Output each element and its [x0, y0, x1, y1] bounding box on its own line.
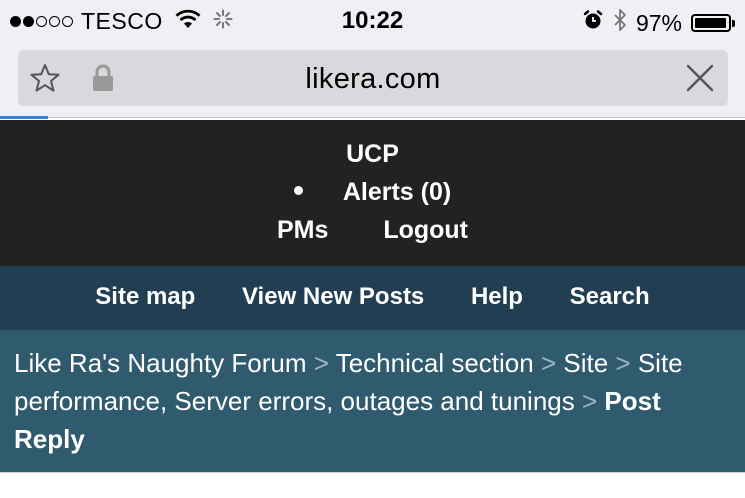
breadcrumb-item[interactable]: Technical section — [336, 348, 534, 378]
battery-fill — [695, 18, 727, 28]
status-right: 97% — [582, 8, 735, 38]
breadcrumb-separator: > — [615, 348, 631, 378]
bluetooth-icon — [613, 8, 627, 38]
pms-link[interactable]: PMs — [277, 216, 328, 244]
battery-icon — [691, 14, 735, 32]
page-load-progress — [0, 116, 48, 119]
status-bar: TESCO 10:22 97% — [0, 0, 745, 42]
battery-percentage: 97% — [635, 9, 682, 36]
nav-search[interactable]: Search — [570, 283, 650, 310]
breadcrumb-separator: > — [581, 386, 598, 416]
nav-view-new-posts[interactable]: View New Posts — [242, 283, 424, 310]
browser-address-area: likera.com — [0, 42, 745, 118]
url-bar[interactable]: likera.com — [18, 50, 728, 106]
pm-logout-row: PMs Logout — [0, 216, 745, 245]
main-nav: Site map View New Posts Help Search — [0, 266, 745, 330]
breadcrumb-item[interactable]: Like Ra's Naughty Forum — [14, 348, 307, 378]
breadcrumb-separator: > — [313, 348, 329, 378]
alerts-row: Alerts (0) — [0, 178, 745, 207]
url-text[interactable]: likera.com — [18, 63, 728, 96]
alarm-icon — [582, 9, 604, 37]
ucp-link[interactable]: UCP — [0, 140, 745, 169]
breadcrumb: Like Ra's Naughty Forum > Technical sect… — [0, 330, 745, 472]
breadcrumb-item[interactable]: Site — [563, 348, 608, 378]
logout-link[interactable]: Logout — [383, 216, 468, 244]
close-icon[interactable] — [685, 63, 715, 98]
bullet-icon — [293, 185, 303, 195]
alerts-link[interactable]: Alerts (0) — [343, 178, 451, 206]
ucp-label[interactable]: UCP — [346, 140, 399, 168]
nav-help[interactable]: Help — [471, 283, 523, 310]
user-control-header: UCP Alerts (0) PMs Logout — [0, 120, 745, 266]
nav-site-map[interactable]: Site map — [95, 283, 195, 310]
page-content-start — [0, 472, 745, 498]
breadcrumb-separator: > — [540, 348, 557, 378]
